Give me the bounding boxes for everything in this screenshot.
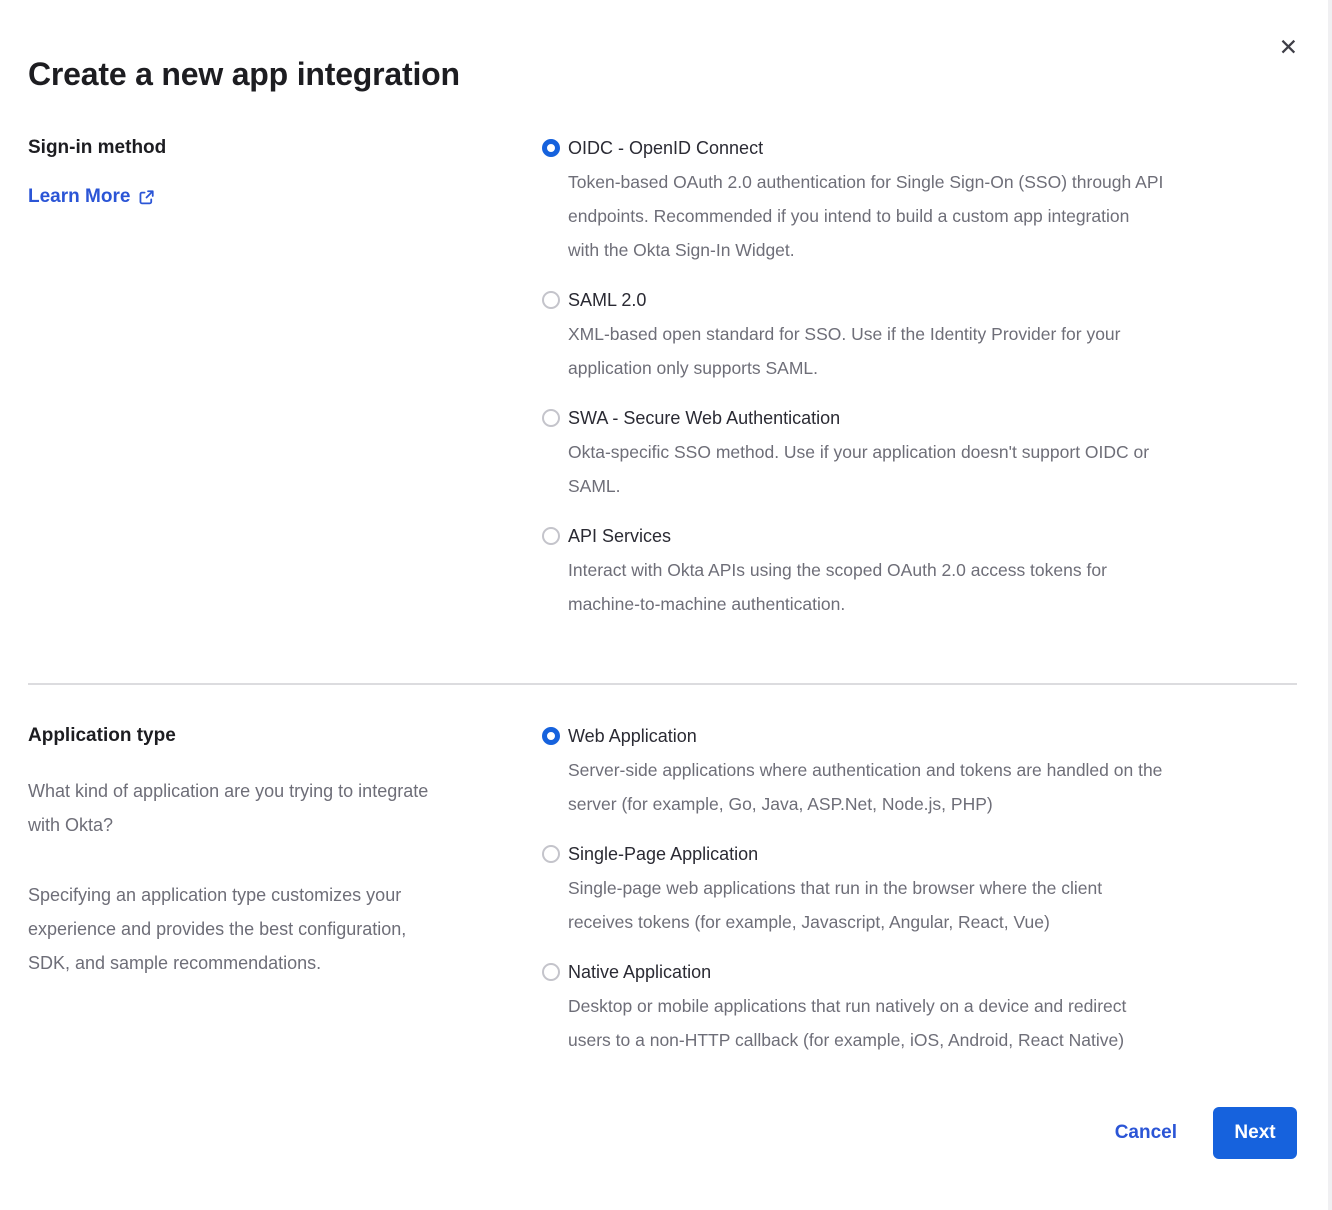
option-text: SAML 2.0 XML-based open standard for SSO… xyxy=(568,289,1121,385)
signin-method-label: Sign-in method xyxy=(28,137,542,159)
radio-icon[interactable] xyxy=(542,727,560,745)
radio-icon[interactable] xyxy=(542,409,560,427)
close-button[interactable]: ✕ xyxy=(1277,34,1300,61)
learn-more-label: Learn More xyxy=(28,186,130,208)
radio-option-single-page-application: Single-Page Application Single-page web … xyxy=(542,843,1297,939)
radio-icon[interactable] xyxy=(542,845,560,863)
radio-option-label[interactable]: Single-Page Application xyxy=(568,843,1102,865)
radio-icon[interactable] xyxy=(542,139,560,157)
option-text: Single-Page Application Single-page web … xyxy=(568,843,1102,939)
radio-option-label[interactable]: SAML 2.0 xyxy=(568,289,1121,311)
application-type-question: What kind of application are you trying … xyxy=(28,774,514,842)
close-icon: ✕ xyxy=(1279,34,1298,60)
radio-option-label[interactable]: API Services xyxy=(568,525,1107,547)
radio-option-description: Server-side applications where authentic… xyxy=(568,753,1162,821)
modal-title: Create a new app integration xyxy=(28,56,1297,93)
option-text: API Services Interact with Okta APIs usi… xyxy=(568,525,1107,621)
option-text: SWA - Secure Web Authentication Okta-spe… xyxy=(568,407,1149,503)
application-type-section: Application type What kind of applicatio… xyxy=(28,725,1297,1057)
radio-option-native-application: Native Application Desktop or mobile app… xyxy=(542,961,1297,1057)
radio-option-web-application: Web Application Server-side applications… xyxy=(542,725,1297,821)
application-type-explanation: Specifying an application type customize… xyxy=(28,878,514,980)
signin-method-left-column: Sign-in method Learn More xyxy=(28,137,542,208)
radio-option-description: Single-page web applications that run in… xyxy=(568,871,1102,939)
option-text: Native Application Desktop or mobile app… xyxy=(568,961,1126,1057)
create-app-integration-modal: ✕ Create a new app integration Sign-in m… xyxy=(0,0,1332,1204)
external-link-icon xyxy=(138,189,155,206)
radio-icon[interactable] xyxy=(542,963,560,981)
cancel-button[interactable]: Cancel xyxy=(1115,1122,1177,1144)
learn-more-link[interactable]: Learn More xyxy=(28,186,155,208)
radio-option-oidc: OIDC - OpenID Connect Token-based OAuth … xyxy=(542,137,1297,267)
application-type-label: Application type xyxy=(28,725,542,747)
radio-option-description: Token-based OAuth 2.0 authentication for… xyxy=(568,165,1163,267)
radio-option-label[interactable]: SWA - Secure Web Authentication xyxy=(568,407,1149,429)
radio-option-label[interactable]: Native Application xyxy=(568,961,1126,983)
application-type-options: Web Application Server-side applications… xyxy=(542,725,1297,1057)
radio-option-label[interactable]: Web Application xyxy=(568,725,1162,747)
signin-method-section: Sign-in method Learn More OIDC - OpenID … xyxy=(28,137,1297,621)
radio-option-api-services: API Services Interact with Okta APIs usi… xyxy=(542,525,1297,621)
next-button[interactable]: Next xyxy=(1213,1107,1297,1159)
radio-option-description: XML-based open standard for SSO. Use if … xyxy=(568,317,1121,385)
radio-option-description: Desktop or mobile applications that run … xyxy=(568,989,1126,1057)
option-text: OIDC - OpenID Connect Token-based OAuth … xyxy=(568,137,1163,267)
application-type-left-column: Application type What kind of applicatio… xyxy=(28,725,542,980)
section-divider xyxy=(28,683,1297,685)
radio-option-description: Okta-specific SSO method. Use if your ap… xyxy=(568,435,1149,503)
radio-icon[interactable] xyxy=(542,291,560,309)
modal-footer: Cancel Next xyxy=(28,1107,1297,1159)
option-text: Web Application Server-side applications… xyxy=(568,725,1162,821)
radio-option-label[interactable]: OIDC - OpenID Connect xyxy=(568,137,1163,159)
radio-icon[interactable] xyxy=(542,527,560,545)
signin-method-options: OIDC - OpenID Connect Token-based OAuth … xyxy=(542,137,1297,621)
radio-option-swa: SWA - Secure Web Authentication Okta-spe… xyxy=(542,407,1297,503)
radio-option-description: Interact with Okta APIs using the scoped… xyxy=(568,553,1107,621)
radio-option-saml: SAML 2.0 XML-based open standard for SSO… xyxy=(542,289,1297,385)
